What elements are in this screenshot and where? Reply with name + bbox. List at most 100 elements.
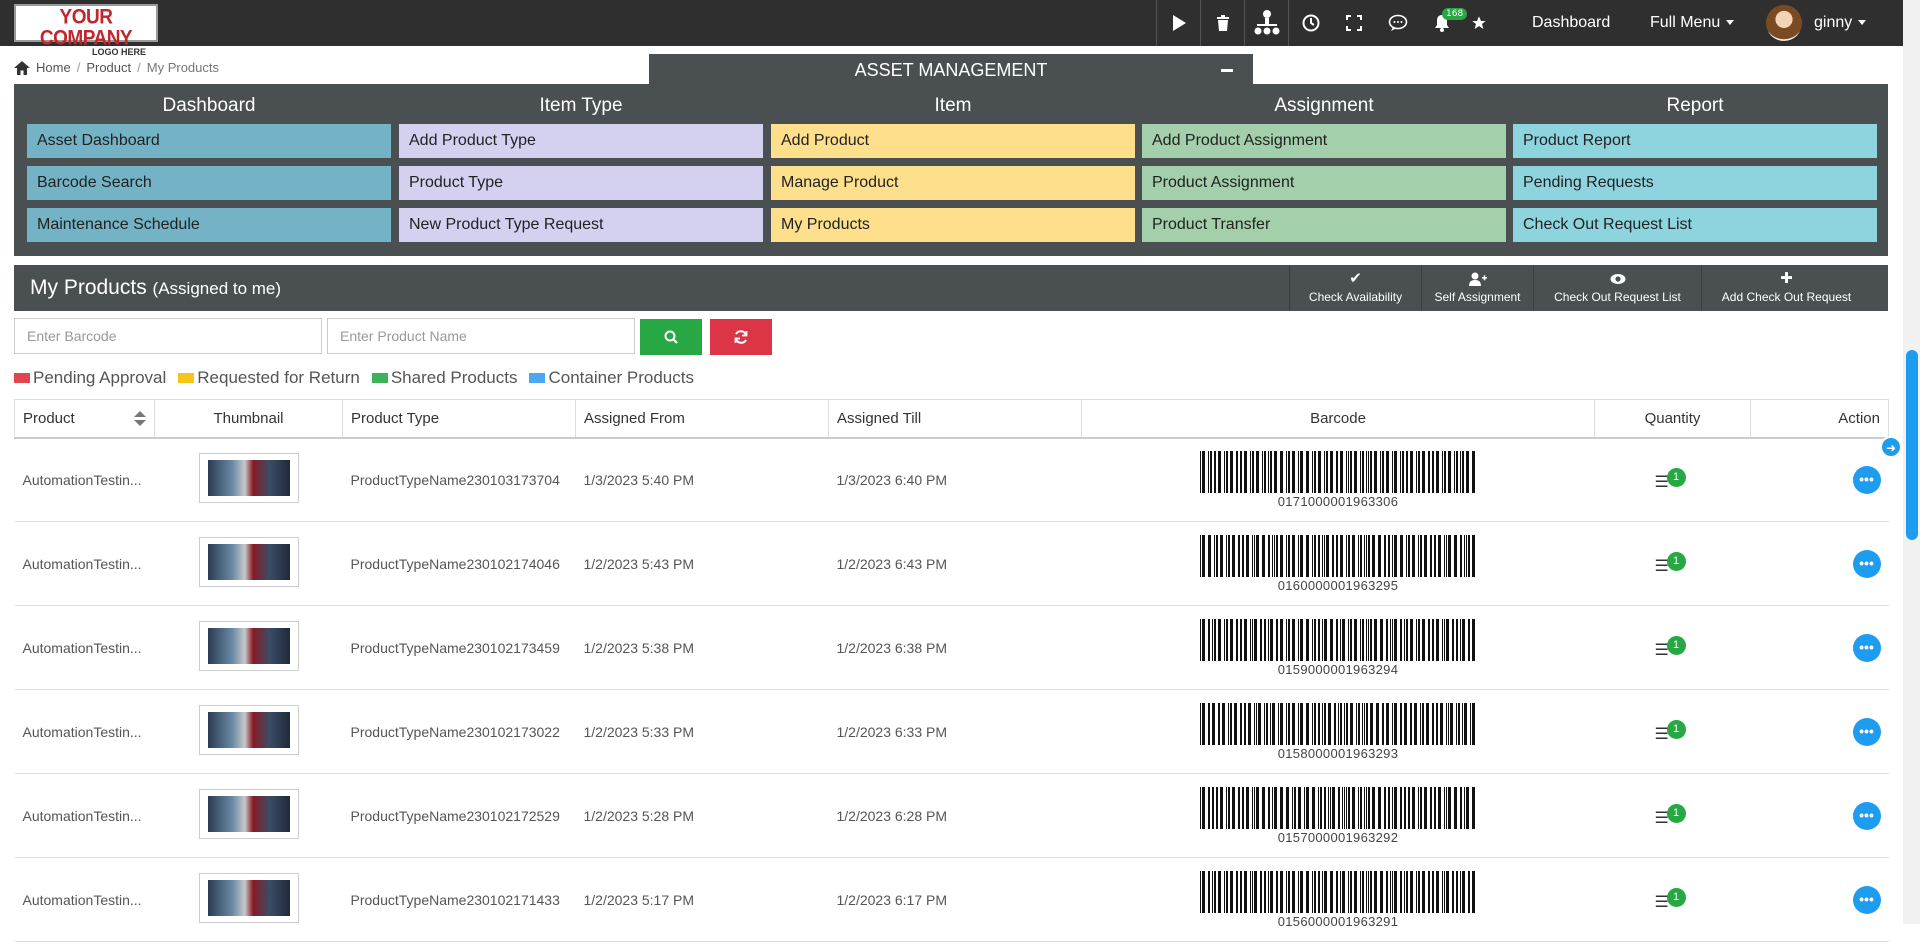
table-row: AutomationTestin... ProductTypeName230102… [14,605,1889,690]
play-icon[interactable] [1156,0,1200,46]
user-menu-dropdown[interactable]: ginny [1814,0,1867,46]
barcode-search-input[interactable] [14,318,322,354]
bell-icon[interactable]: 168 [1420,0,1468,46]
more-actions-button[interactable]: ••• [1852,633,1881,662]
user-plus-icon [1422,270,1533,288]
product-thumbnail[interactable] [198,621,299,671]
logo-line1: YOUR COMPANY [39,6,133,50]
product-type-cell: ProductTypeName230102173459 [342,605,576,690]
breadcrumb-home[interactable]: Home [36,60,71,75]
menu-item-add-product-type[interactable]: Add Product Type [399,124,763,158]
full-menu-dropdown[interactable]: Full Menu [1650,0,1735,46]
self-assignment-button[interactable]: Self Assignment [1421,265,1533,311]
menu-item-product-report[interactable]: Product Report [1513,124,1877,158]
menu-item-product-type[interactable]: Product Type [399,166,763,200]
barcode: 0156000001963291 [1200,870,1476,929]
product-thumbnail[interactable] [198,705,299,755]
quantity-indicator[interactable]: ☰ 1 [1655,804,1691,827]
product-name-cell[interactable]: AutomationTestin... [14,605,155,690]
menu-item-add-product[interactable]: Add Product [771,124,1135,158]
assigned-from-cell: 1/2/2023 5:43 PM [575,521,829,606]
menu-item-manage-product[interactable]: Manage Product [771,166,1135,200]
breadcrumb-product[interactable]: Product [86,60,131,75]
barcode: 0158000001963293 [1200,702,1476,761]
clock-icon[interactable] [1288,0,1332,46]
side-toggle-button[interactable]: ➜ [1880,436,1902,458]
barcode-cell: 0156000001963291 [1081,857,1595,942]
quantity-badge: 1 [1666,804,1686,823]
action-cell: ••• [1750,689,1889,774]
company-logo[interactable]: YOUR COMPANY LOGO HERE [14,4,158,57]
chevron-down-icon [1726,20,1735,26]
barcode-number: 0158000001963293 [1277,745,1399,761]
collapse-icon[interactable] [1221,69,1233,72]
quantity-indicator[interactable]: ☰ 1 [1655,468,1691,491]
fullscreen-icon[interactable] [1332,0,1376,46]
assigned-from-cell: 1/2/2023 5:17 PM [575,857,829,942]
product-name-cell[interactable]: AutomationTestin... [14,521,155,606]
scrollbar-thumb[interactable] [1906,350,1918,540]
more-actions-button[interactable]: ••• [1852,885,1881,914]
menu-item-check-out-request-list[interactable]: Check Out Request List [1513,208,1877,242]
menu-item-product-assignment[interactable]: Product Assignment [1142,166,1506,200]
more-actions-button[interactable]: ••• [1852,801,1881,830]
quantity-cell: ☰ 1 [1594,605,1751,690]
legend-label: Requested for Return [197,368,360,387]
status-legend: Pending Approval Requested for Return Sh… [14,368,694,388]
product-thumbnail[interactable] [198,537,299,587]
menu-item-pending-requests[interactable]: Pending Requests [1513,166,1877,200]
quantity-indicator[interactable]: ☰ 1 [1655,636,1691,659]
menu-item-product-transfer[interactable]: Product Transfer [1142,208,1506,242]
quantity-indicator[interactable]: ☰ 1 [1655,888,1691,911]
trash-icon[interactable] [1200,0,1244,46]
menu-item-asset-dashboard[interactable]: Asset Dashboard [27,124,391,158]
legend-swatch [529,373,546,383]
menu-item-maintenance-schedule[interactable]: Maintenance Schedule [27,208,391,242]
dashboard-link[interactable]: Dashboard [1532,0,1610,46]
star-icon[interactable] [1464,0,1494,46]
asset-management-header: ASSET MANAGEMENT [649,54,1253,86]
quantity-indicator[interactable]: ☰ 1 [1655,552,1691,575]
reset-button[interactable] [710,319,772,355]
more-actions-button[interactable]: ••• [1852,717,1881,746]
barcode-bars [1200,618,1475,661]
chat-icon[interactable] [1376,0,1420,46]
barcode-bars [1200,702,1475,745]
product-name-cell[interactable]: AutomationTestin... [14,857,155,942]
page-title-text: My Products [30,276,147,299]
thumbnail-image [207,880,290,916]
menu-item-my-products[interactable]: My Products [771,208,1135,242]
menu-item-new-product-type-request[interactable]: New Product Type Request [399,208,763,242]
column-header-thumbnail: Thumbnail [154,399,343,439]
product-name-search-input[interactable] [327,318,635,354]
breadcrumb-current: My Products [146,60,219,75]
chevron-down-icon [1858,20,1867,26]
products-table: Product Thumbnail Product Type Assigned … [14,399,1889,942]
column-header-assigned-till: Assigned Till [828,399,1082,439]
more-actions-button[interactable]: ••• [1852,549,1881,578]
action-cell: ••• [1750,437,1889,522]
table-row: AutomationTestin... ProductTypeName230102… [14,773,1889,858]
column-header-product[interactable]: Product [14,399,155,439]
more-actions-button[interactable]: ••• [1852,465,1881,494]
user-avatar[interactable] [1766,5,1802,41]
quantity-indicator[interactable]: ☰ 1 [1655,720,1691,743]
menu-item-add-product-assignment[interactable]: Add Product Assignment [1142,124,1506,158]
quantity-cell: ☰ 1 [1594,689,1751,774]
product-name-cell[interactable]: AutomationTestin... [14,437,155,522]
product-thumbnail[interactable] [198,873,299,923]
add-check-out-request-button[interactable]: ✚ Add Check Out Request [1701,265,1871,311]
page-scrollbar[interactable] [1903,0,1920,924]
search-button[interactable] [640,319,702,355]
menu-item-barcode-search[interactable]: Barcode Search [27,166,391,200]
barcode-number: 0160000001963295 [1277,577,1399,593]
product-thumbnail[interactable] [198,453,299,504]
product-name-cell[interactable]: AutomationTestin... [14,773,155,858]
product-thumbnail[interactable] [198,789,299,839]
thumbnail-cell [154,437,343,522]
product-name-cell[interactable]: AutomationTestin... [14,689,155,774]
check-availability-button[interactable]: ✔ Check Availability [1289,265,1421,311]
check-out-request-list-button[interactable]: Check Out Request List [1533,265,1701,311]
network-icon[interactable] [1244,0,1288,46]
home-icon [14,60,30,75]
